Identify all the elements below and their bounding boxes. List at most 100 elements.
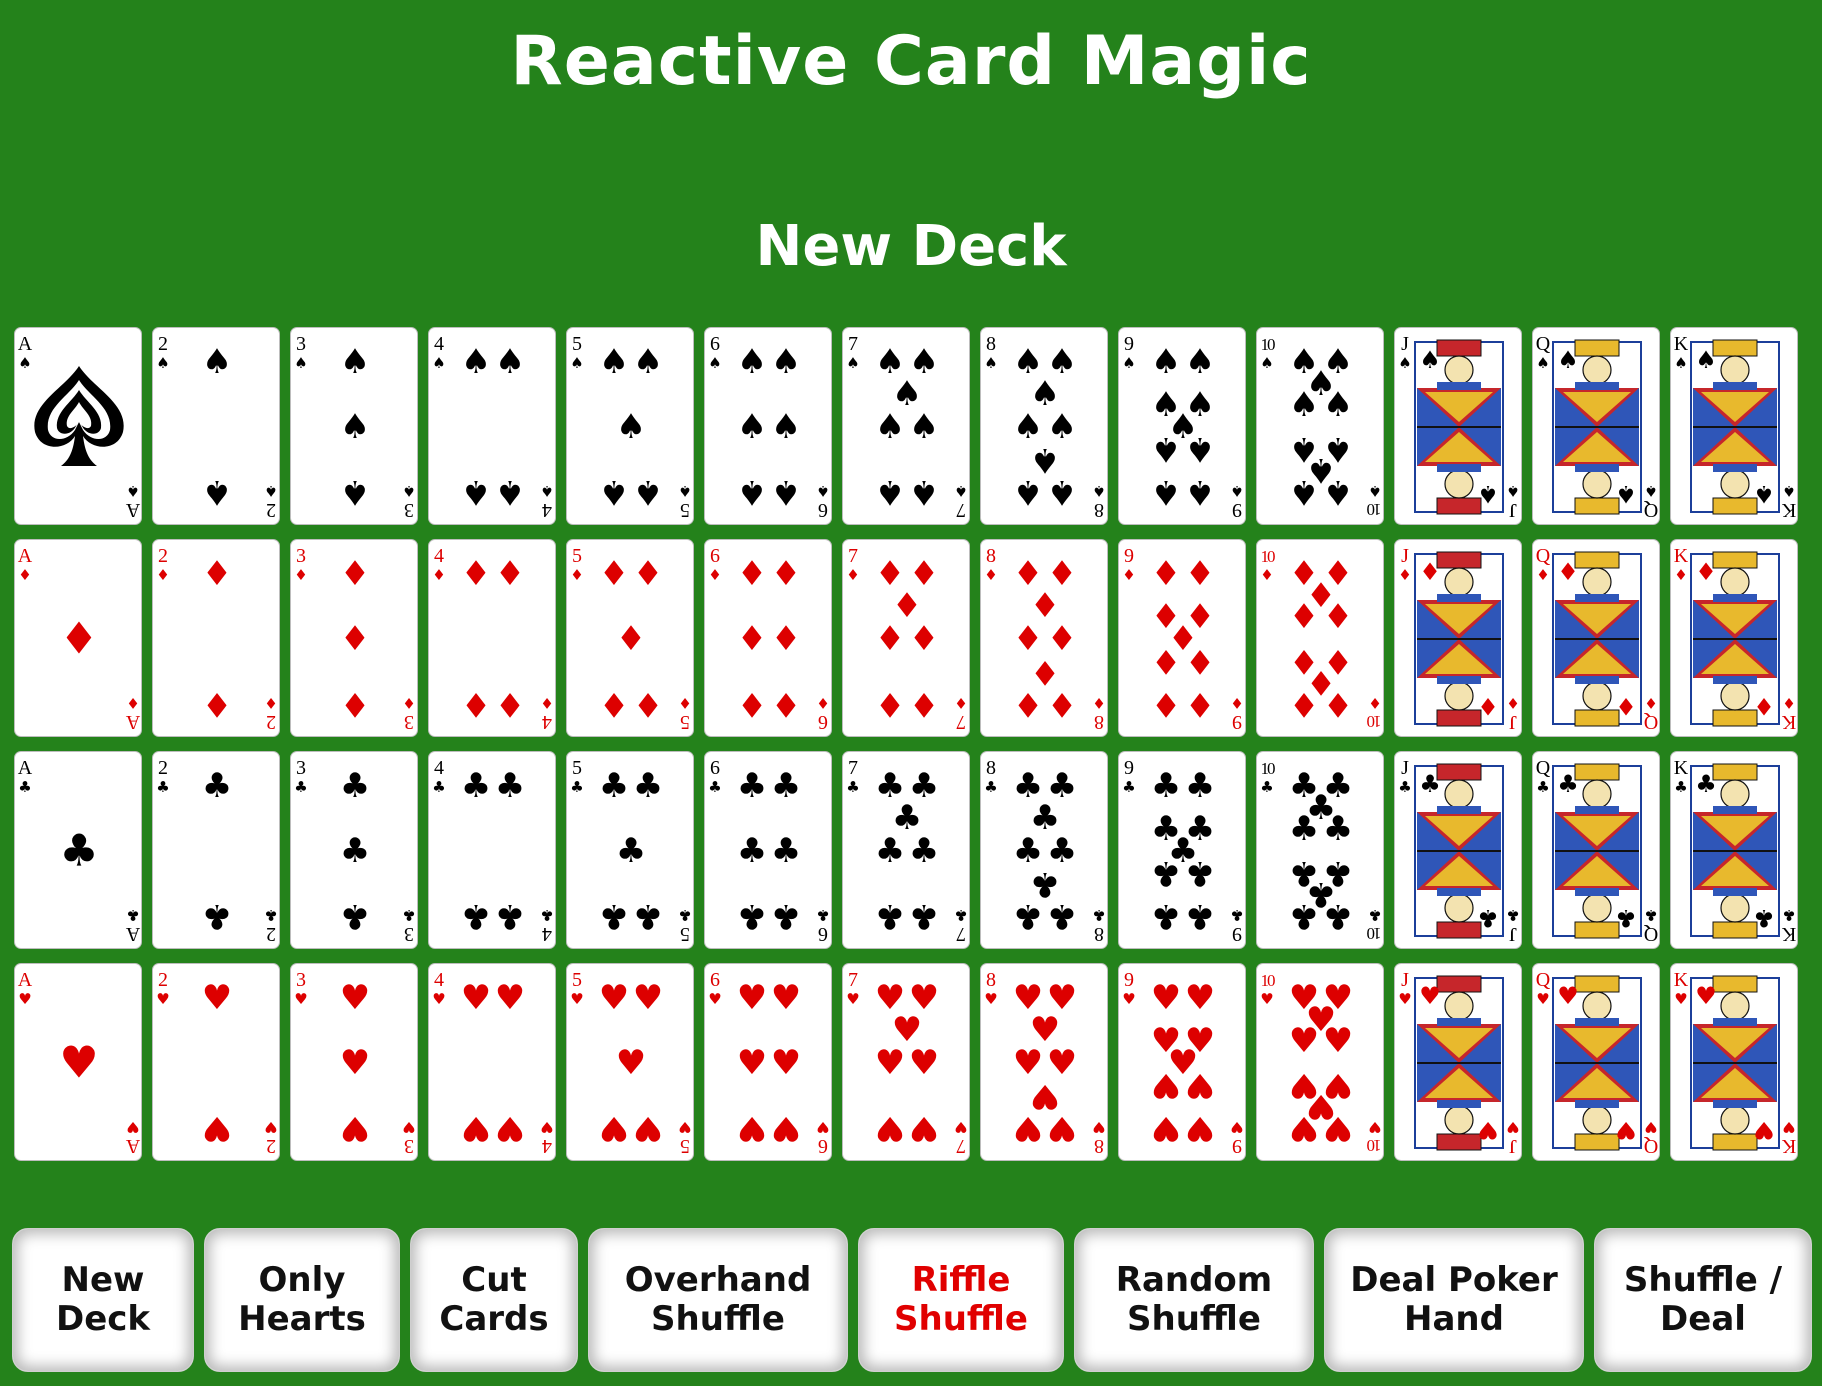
pip: ♥ [599, 1108, 629, 1148]
card-8-of-clubs[interactable]: ♣ ♣ ♣ ♣ ♣ ♣ ♣ ♣ 8 ♣ 8 ♣ [980, 751, 1108, 949]
card-rank-label: 7 [848, 969, 858, 991]
card-corner-top: K♠ [1674, 333, 1689, 372]
card-k-of-spades[interactable]: ♠ ♠ K ♠ K ♠ [1670, 327, 1798, 525]
card-k-of-clubs[interactable]: ♣ ♣ K ♣ K ♣ [1670, 751, 1798, 949]
card-3-of-spades[interactable]: ♠ ♠ ♠ 3 ♠ 3 ♠ [290, 327, 418, 525]
button-label: Only Hearts [238, 1260, 366, 1339]
cut-cards-button[interactable]: Cut Cards [410, 1228, 578, 1372]
card-6-of-hearts[interactable]: ♥ ♥ ♥ ♥ ♥ ♥ 6 ♥ 6 ♥ [704, 963, 832, 1161]
random-shuffle-button[interactable]: Random Shuffle [1074, 1228, 1314, 1372]
card-5-of-clubs[interactable]: ♣ ♣ ♣ ♣ ♣ 5 ♣ 5 ♣ [566, 751, 694, 949]
card-8-of-diamonds[interactable]: ♦ ♦ ♦ ♦ ♦ ♦ ♦ ♦ 8 ♦ 8 ♦ [980, 539, 1108, 737]
pip: ♠ [771, 342, 801, 382]
card-4-of-spades[interactable]: ♠ ♠ ♠ ♠ 4 ♠ 4 ♠ [428, 327, 556, 525]
pip: ♠ [461, 472, 491, 512]
pip: ♠ [1323, 472, 1353, 512]
pip: ♠ [495, 472, 525, 512]
card-7-of-diamonds[interactable]: ♦ ♦ ♦ ♦ ♦ ♦ ♦ 7 ♦ 7 ♦ [842, 539, 970, 737]
new-deck-button[interactable]: New Deck [12, 1228, 194, 1372]
card-q-of-diamonds[interactable]: ♦ ♦ Q ♦ Q ♦ [1532, 539, 1660, 737]
card-suit-label: ♣ [1398, 778, 1411, 796]
card-9-of-clubs[interactable]: ♣ ♣ ♣ ♣ ♣ ♣ ♣ ♣ ♣ 9 ♣ 9 ♣ [1118, 751, 1246, 949]
card-10-of-diamonds[interactable]: ♦ ♦ ♦ ♦ ♦ ♦ ♦ ♦ ♦ ♦ 10 ♦ 10 ♦ [1256, 539, 1384, 737]
card-7-of-clubs[interactable]: ♣ ♣ ♣ ♣ ♣ ♣ ♣ 7 ♣ 7 ♣ [842, 751, 970, 949]
pip: ♥ [1323, 1021, 1353, 1061]
card-suit-label: ♥ [678, 1118, 691, 1136]
card-3-of-clubs[interactable]: ♣ ♣ ♣ 3 ♣ 3 ♣ [290, 751, 418, 949]
card-suit-label: ♥ [402, 1118, 415, 1136]
card-q-of-clubs[interactable]: ♣ ♣ Q ♣ Q ♣ [1532, 751, 1660, 949]
card-corner-top: Q♣ [1536, 757, 1551, 796]
deal-poker-hand-button[interactable]: Deal Poker Hand [1324, 1228, 1584, 1372]
card-suit-label: ♦ [540, 694, 553, 712]
card-a-of-hearts[interactable]: ♥ A ♥ A ♥ [14, 963, 142, 1161]
card-5-of-spades[interactable]: ♠ ♠ ♠ ♠ ♠ 5 ♠ 5 ♠ [566, 327, 694, 525]
card-3-of-diamonds[interactable]: ♦ ♦ ♦ 3 ♦ 3 ♦ [290, 539, 418, 737]
card-rank-label: 10 [1261, 335, 1276, 354]
card-a-of-clubs[interactable]: ♣ A ♣ A ♣ [14, 751, 142, 949]
card-3-of-hearts[interactable]: ♥ ♥ ♥ 3 ♥ 3 ♥ [290, 963, 418, 1161]
card-rank-label: 9 [1124, 969, 1134, 991]
pip: ♣ [340, 896, 370, 936]
button-label: Random Shuffle [1115, 1260, 1273, 1339]
card-corner-top: 10♥ [1260, 971, 1277, 1008]
card-k-of-diamonds[interactable]: ♦ ♦ K ♦ K ♦ [1670, 539, 1798, 737]
card-suit-label: ♠ [954, 482, 967, 500]
card-j-of-diamonds[interactable]: ♦ ♦ J ♦ J ♦ [1394, 539, 1522, 737]
card-suit-label: ♦ [984, 566, 997, 584]
card-q-of-spades[interactable]: ♠ ♠ Q ♠ Q ♠ [1532, 327, 1660, 525]
pip: ♦ [1151, 641, 1181, 681]
card-9-of-hearts[interactable]: ♥ ♥ ♥ ♥ ♥ ♥ ♥ ♥ ♥ 9 ♥ 9 ♥ [1118, 963, 1246, 1161]
pip: ♥ [461, 978, 491, 1018]
riffle-shuffle-button[interactable]: Riffle Shuffle [858, 1228, 1064, 1372]
card-2-of-hearts[interactable]: ♥ ♥ 2 ♥ 2 ♥ [152, 963, 280, 1161]
card-corner-bottom: 7♦ [954, 694, 967, 733]
card-k-of-hearts[interactable]: ♥ ♥ K ♥ K ♥ [1670, 963, 1798, 1161]
pip: ♥ [1151, 1065, 1181, 1105]
card-2-of-diamonds[interactable]: ♦ ♦ 2 ♦ 2 ♦ [152, 539, 280, 737]
card-rank-label: 4 [434, 757, 444, 779]
card-rank-label: 4 [434, 969, 444, 991]
card-8-of-spades[interactable]: ♠ ♠ ♠ ♠ ♠ ♠ ♠ ♠ 8 ♠ 8 ♠ [980, 327, 1108, 525]
card-2-of-spades[interactable]: ♠ ♠ 2 ♠ 2 ♠ [152, 327, 280, 525]
card-a-of-spades[interactable]: A ♠ A ♠ [14, 327, 142, 525]
card-j-of-spades[interactable]: ♠ ♠ J ♠ J ♠ [1394, 327, 1522, 525]
card-rank-label: K [1781, 499, 1796, 521]
card-10-of-hearts[interactable]: ♥ ♥ ♥ ♥ ♥ ♥ ♥ ♥ ♥ ♥ 10 ♥ 10 ♥ [1256, 963, 1384, 1161]
card-5-of-diamonds[interactable]: ♦ ♦ ♦ ♦ ♦ 5 ♦ 5 ♦ [566, 539, 694, 737]
card-9-of-diamonds[interactable]: ♦ ♦ ♦ ♦ ♦ ♦ ♦ ♦ ♦ 9 ♦ 9 ♦ [1118, 539, 1246, 737]
card-8-of-hearts[interactable]: ♥ ♥ ♥ ♥ ♥ ♥ ♥ ♥ 8 ♥ 8 ♥ [980, 963, 1108, 1161]
card-q-of-hearts[interactable]: ♥ ♥ Q ♥ Q ♥ [1532, 963, 1660, 1161]
pip: ♥ [616, 1043, 646, 1083]
card-rank-label: 10 [1261, 547, 1276, 566]
card-10-of-clubs[interactable]: ♣ ♣ ♣ ♣ ♣ ♣ ♣ ♣ ♣ ♣ 10 ♣ 10 ♣ [1256, 751, 1384, 949]
card-6-of-diamonds[interactable]: ♦ ♦ ♦ ♦ ♦ ♦ 6 ♦ 6 ♦ [704, 539, 832, 737]
card-suit-label: ♥ [126, 1118, 139, 1136]
card-4-of-diamonds[interactable]: ♦ ♦ ♦ ♦ 4 ♦ 4 ♦ [428, 539, 556, 737]
pip: ♠ [875, 407, 905, 447]
card-10-of-spades[interactable]: ♠ ♠ ♠ ♠ ♠ ♠ ♠ ♠ ♠ ♠ 10 ♠ 10 ♠ [1256, 327, 1384, 525]
card-rank-label: 2 [266, 923, 276, 945]
card-5-of-hearts[interactable]: ♥ ♥ ♥ ♥ ♥ 5 ♥ 5 ♥ [566, 963, 694, 1161]
card-4-of-clubs[interactable]: ♣ ♣ ♣ ♣ 4 ♣ 4 ♣ [428, 751, 556, 949]
card-corner-top: 9♦ [1122, 545, 1135, 584]
card-6-of-spades[interactable]: ♠ ♠ ♠ ♠ ♠ ♠ 6 ♠ 6 ♠ [704, 327, 832, 525]
card-corner-bottom: 5♣ [678, 906, 691, 945]
card-j-of-clubs[interactable]: ♣ ♣ J ♣ J ♣ [1394, 751, 1522, 949]
card-2-of-clubs[interactable]: ♣ ♣ 2 ♣ 2 ♣ [152, 751, 280, 949]
card-rank-label: 6 [818, 923, 828, 945]
card-corner-bottom: K♥ [1781, 1118, 1796, 1157]
card-rank-label: A [18, 545, 33, 567]
card-j-of-hearts[interactable]: ♥ ♥ J ♥ J ♥ [1394, 963, 1522, 1161]
card-9-of-spades[interactable]: ♠ ♠ ♠ ♠ ♠ ♠ ♠ ♠ ♠ 9 ♠ 9 ♠ [1118, 327, 1246, 525]
card-7-of-spades[interactable]: ♠ ♠ ♠ ♠ ♠ ♠ ♠ 7 ♠ 7 ♠ [842, 327, 970, 525]
card-4-of-hearts[interactable]: ♥ ♥ ♥ ♥ 4 ♥ 4 ♥ [428, 963, 556, 1161]
card-6-of-clubs[interactable]: ♣ ♣ ♣ ♣ ♣ ♣ 6 ♣ 6 ♣ [704, 751, 832, 949]
shuffle-deal-button[interactable]: Shuffle / Deal [1594, 1228, 1812, 1372]
card-a-of-diamonds[interactable]: ♦ A ♦ A ♦ [14, 539, 142, 737]
overhand-shuffle-button[interactable]: Overhand Shuffle [588, 1228, 848, 1372]
card-corner-bottom: 7♠ [954, 482, 967, 521]
only-hearts-button[interactable]: Only Hearts [204, 1228, 400, 1372]
card-7-of-hearts[interactable]: ♥ ♥ ♥ ♥ ♥ ♥ ♥ 7 ♥ 7 ♥ [842, 963, 970, 1161]
card-corner-bottom: J♥ [1506, 1118, 1519, 1157]
